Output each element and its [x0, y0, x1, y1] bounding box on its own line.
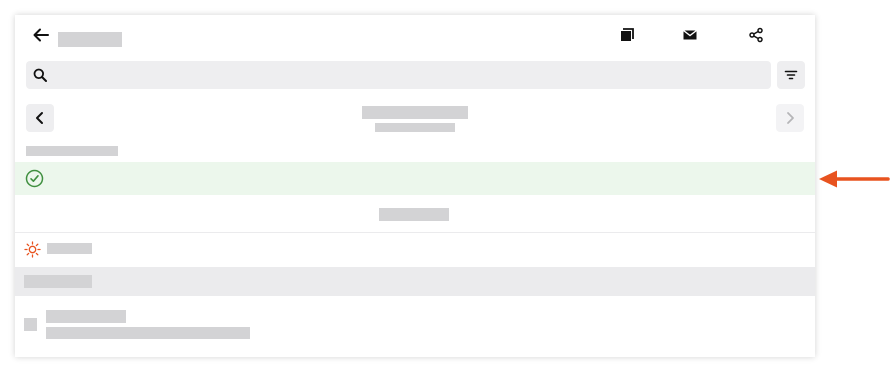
search-input[interactable] — [26, 61, 771, 89]
item-title-placeholder — [46, 310, 126, 323]
list-item[interactable] — [15, 296, 815, 357]
copy-button[interactable] — [613, 21, 641, 49]
share-icon — [749, 27, 763, 43]
filter-button[interactable] — [777, 61, 805, 89]
section-band — [15, 267, 815, 296]
section-heading-placeholder — [26, 146, 118, 156]
next-date-button[interactable] — [776, 104, 804, 132]
email-button[interactable] — [676, 21, 704, 49]
annotation-arrow-icon — [818, 169, 890, 194]
share-button[interactable] — [742, 21, 770, 49]
chevron-left-icon — [36, 112, 43, 124]
weather-label-placeholder — [47, 243, 92, 254]
page-title-placeholder — [58, 32, 122, 47]
date-title-placeholder — [362, 106, 468, 119]
check-circle-icon — [25, 169, 44, 193]
filter-icon — [784, 70, 798, 80]
previous-date-button[interactable] — [26, 104, 54, 132]
row-divider — [15, 232, 815, 233]
mail-icon — [683, 29, 697, 40]
back-button[interactable] — [27, 21, 55, 49]
section-band-placeholder — [24, 275, 92, 288]
sun-icon — [24, 241, 41, 263]
arrow-left-icon — [33, 28, 49, 42]
status-row-success[interactable] — [15, 162, 815, 195]
search-icon — [33, 68, 47, 87]
date-subtitle-placeholder — [375, 123, 455, 132]
copy-icon — [621, 28, 634, 41]
chevron-right-icon — [787, 112, 794, 124]
row-text-placeholder — [379, 208, 449, 221]
item-thumbnail-placeholder — [24, 318, 37, 331]
item-subtitle-placeholder — [46, 327, 250, 339]
report-panel — [15, 15, 815, 357]
